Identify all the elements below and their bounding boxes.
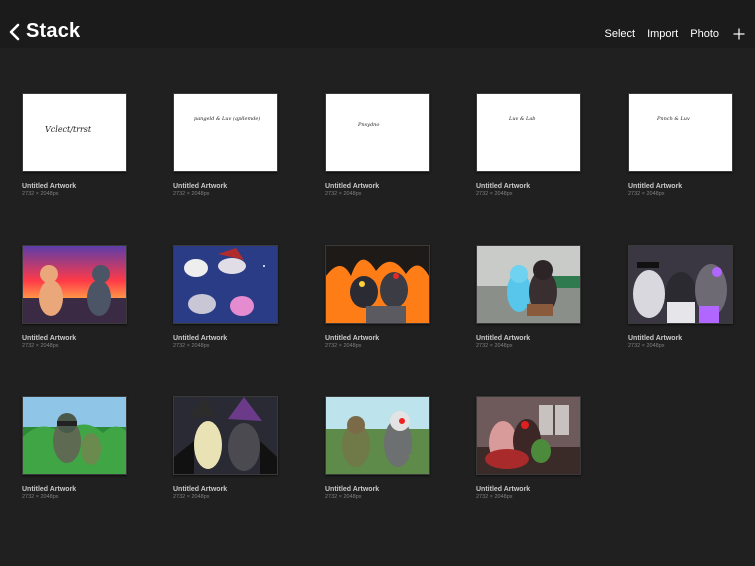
artwork-dimensions: 2732 × 2048px: [22, 191, 59, 197]
artwork-thumbnail[interactable]: Luv & Lab: [476, 93, 581, 172]
back-button[interactable]: Stack: [8, 20, 80, 43]
sketch-text: Vclect/trrst: [45, 125, 92, 134]
artwork-item[interactable]: Untitled Artwork 2732 × 2048px: [325, 396, 430, 500]
artwork-dimensions: 2732 × 2048px: [173, 494, 210, 500]
artwork-image: [326, 246, 429, 323]
artwork-thumbnail[interactable]: Pnsydno: [325, 93, 430, 172]
artwork-thumbnail[interactable]: [476, 396, 581, 475]
artwork-dimensions: 2732 × 2048px: [476, 494, 513, 500]
artwork-item[interactable]: Untitled Artwork 2732 × 2048px: [173, 245, 278, 349]
artwork-item[interactable]: Untitled Artwork 2732 × 2048px: [476, 396, 581, 500]
sketch-canvas: Pnsydno: [326, 94, 429, 171]
select-button[interactable]: Select: [604, 28, 635, 40]
artwork-image: [174, 246, 277, 323]
import-button[interactable]: Import: [647, 28, 678, 40]
artwork-dimensions: 2732 × 2048px: [476, 343, 513, 349]
artwork-thumbnail[interactable]: [173, 396, 278, 475]
sketch-text: Luv & Lab: [508, 116, 536, 122]
artwork-thumbnail[interactable]: pangeld & Luv (qpllemde): [173, 93, 278, 172]
artwork-dimensions: 2732 × 2048px: [325, 494, 362, 500]
photo-button[interactable]: Photo: [690, 28, 719, 40]
artwork-dimensions: 2732 × 2048px: [173, 191, 210, 197]
stack-title: Stack: [26, 20, 81, 42]
artwork-item[interactable]: Untitled Artwork 2732 × 2048px: [476, 245, 581, 349]
plus-icon[interactable]: [733, 28, 745, 40]
artwork-thumbnail[interactable]: [325, 245, 430, 324]
artwork-title: Untitled Artwork: [22, 335, 77, 342]
artwork-title: Untitled Artwork: [476, 335, 531, 342]
artwork-title: Untitled Artwork: [628, 335, 683, 342]
toolbar-actions: Select Import Photo: [604, 28, 745, 40]
artwork-image: [174, 397, 277, 474]
artwork-image: [477, 246, 580, 323]
artwork-dimensions: 2732 × 2048px: [476, 191, 513, 197]
artwork-dimensions: 2732 × 2048px: [628, 191, 665, 197]
artwork-thumbnail[interactable]: [325, 396, 430, 475]
artwork-thumbnail[interactable]: [22, 396, 127, 475]
artwork-item[interactable]: Untitled Artwork 2732 × 2048px: [325, 245, 430, 349]
artwork-title: Untitled Artwork: [325, 335, 380, 342]
artwork-item[interactable]: Untitled Artwork 2732 × 2048px: [173, 396, 278, 500]
top-bar: Stack Select Import Photo: [0, 0, 755, 48]
artwork-item[interactable]: Untitled Artwork 2732 × 2048px: [628, 245, 733, 349]
artwork-image: [629, 246, 732, 323]
artwork-item[interactable]: Untitled Artwork 2732 × 2048px: [22, 396, 127, 500]
artwork-thumbnail[interactable]: [628, 245, 733, 324]
artwork-item[interactable]: Luv & Lab Untitled Artwork 2732 × 2048px: [476, 93, 581, 197]
artwork-item[interactable]: Pnnch & Luv Untitled Artwork 2732 × 2048px: [628, 93, 733, 197]
artwork-dimensions: 2732 × 2048px: [22, 343, 59, 349]
sketch-canvas: Vclect/trrst: [23, 94, 126, 171]
artwork-dimensions: 2732 × 2048px: [628, 343, 665, 349]
artwork-thumbnail[interactable]: [173, 245, 278, 324]
artwork-title: Untitled Artwork: [22, 486, 77, 493]
artwork-title: Untitled Artwork: [173, 335, 228, 342]
artwork-dimensions: 2732 × 2048px: [22, 494, 59, 500]
artwork-title: Untitled Artwork: [476, 183, 531, 190]
artwork-item[interactable]: Untitled Artwork 2732 × 2048px: [22, 245, 127, 349]
artwork-dimensions: 2732 × 2048px: [325, 343, 362, 349]
sketch-text: pangeld & Luv (qpllemde): [194, 115, 260, 122]
sketch-canvas: Pnnch & Luv: [629, 94, 732, 171]
chevron-left-icon: [9, 23, 20, 40]
artwork-image: [23, 397, 126, 474]
artwork-title: Untitled Artwork: [325, 183, 380, 190]
artwork-thumbnail[interactable]: [476, 245, 581, 324]
sketch-canvas: Luv & Lab: [477, 94, 580, 171]
sketch-canvas: pangeld & Luv (qpllemde): [174, 94, 277, 171]
artwork-thumbnail[interactable]: Pnnch & Luv: [628, 93, 733, 172]
artwork-dimensions: 2732 × 2048px: [173, 343, 210, 349]
sketch-text: Pnnch & Luv: [656, 116, 690, 122]
sketch-text: Pnsydno: [357, 122, 379, 128]
artwork-title: Untitled Artwork: [325, 486, 380, 493]
artwork-title: Untitled Artwork: [173, 486, 228, 493]
artwork-item[interactable]: Vclect/trrst Untitled Artwork 2732 × 2048p…: [22, 93, 127, 197]
artwork-title: Untitled Artwork: [173, 183, 228, 190]
artwork-title: Untitled Artwork: [22, 183, 77, 190]
artwork-item[interactable]: pangeld & Luv (qpllemde) Untitled Artwork…: [173, 93, 278, 197]
artwork-image: [477, 397, 580, 474]
artwork-title: Untitled Artwork: [476, 486, 531, 493]
artwork-image: [23, 246, 126, 323]
artwork-thumbnail[interactable]: Vclect/trrst: [22, 93, 127, 172]
artwork-thumbnail[interactable]: [22, 245, 127, 324]
artwork-image: [326, 397, 429, 474]
artwork-dimensions: 2732 × 2048px: [325, 191, 362, 197]
artwork-item[interactable]: Pnsydno Untitled Artwork 2732 × 2048px: [325, 93, 430, 197]
artwork-title: Untitled Artwork: [628, 183, 683, 190]
